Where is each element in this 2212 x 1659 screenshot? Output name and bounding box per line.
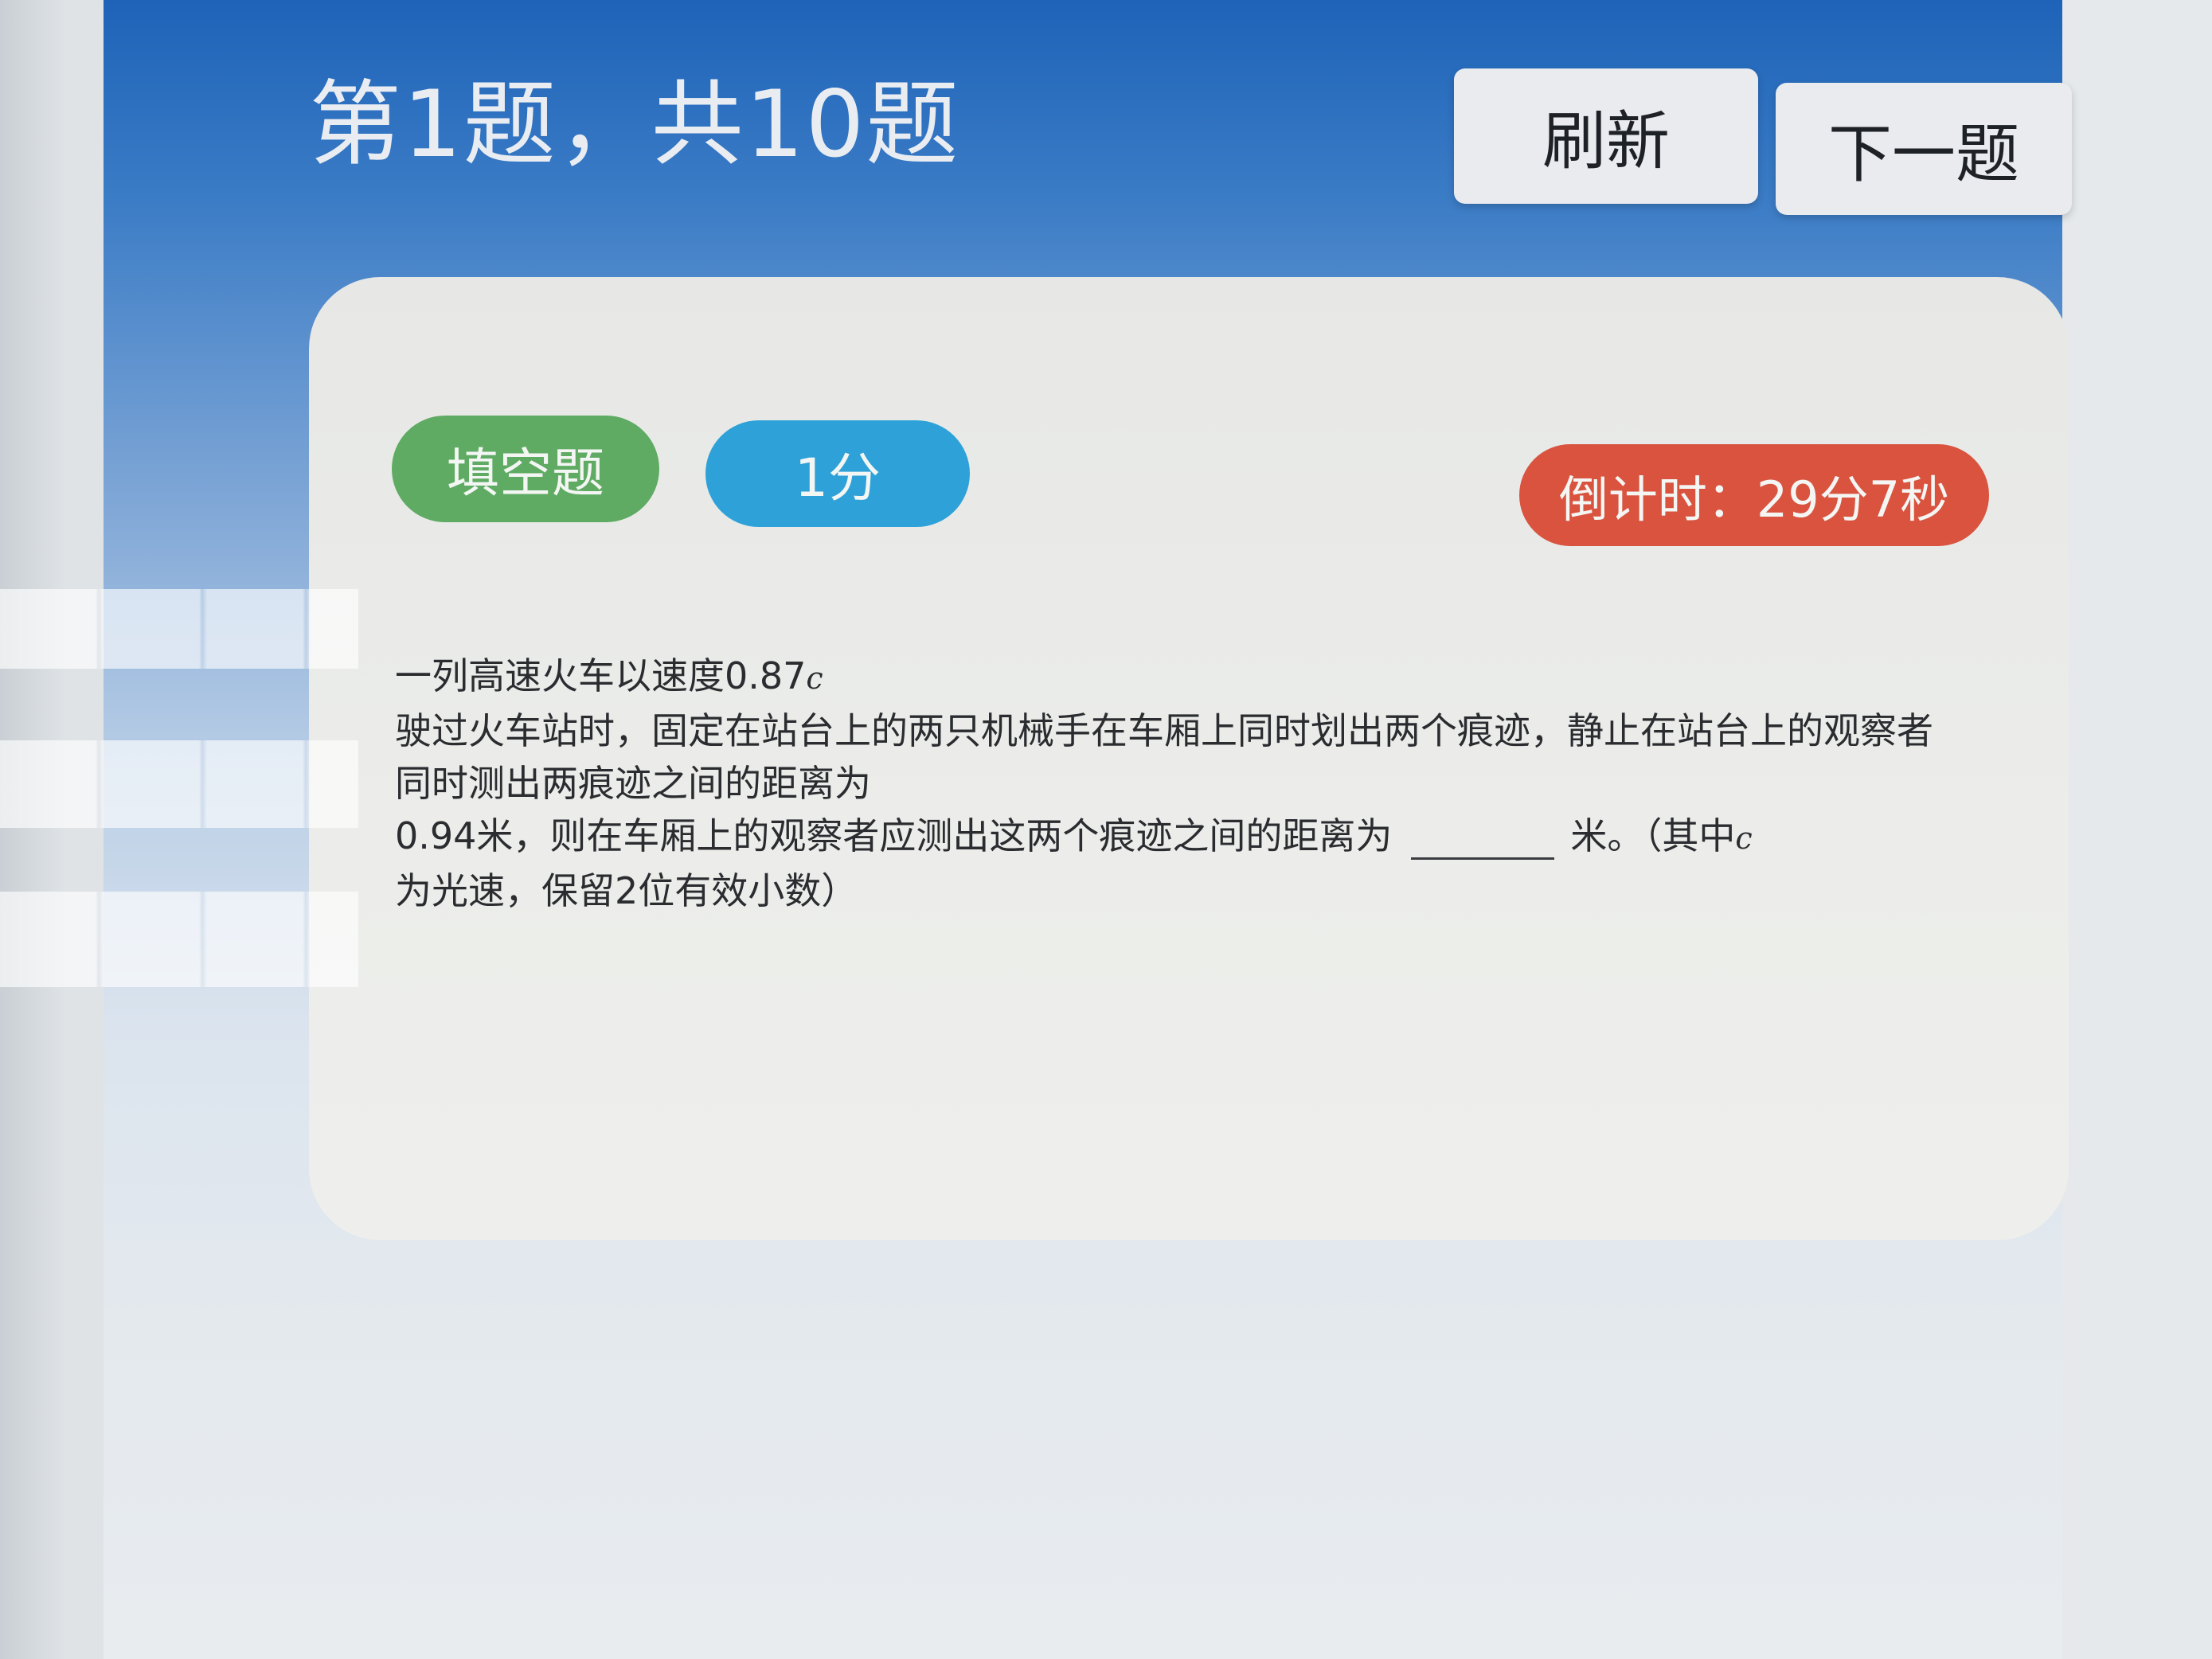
refresh-button[interactable]: 刷新 — [1454, 68, 1758, 204]
question-card: 填空题 1分 倒计时：29分7秒 一列高速火车以速度0.87c 驶过火车站时，固… — [309, 277, 2069, 1240]
countdown-timer-badge: 倒计时：29分7秒 — [1519, 444, 1989, 546]
question-progress-title: 第1题，共10题 — [309, 71, 960, 178]
screen-glare-reflection — [0, 589, 358, 669]
question-line-1-text: 一列高速火车以速度0.87 — [395, 654, 807, 697]
question-line-5: 为光速，保留2位有效小数） — [395, 869, 858, 912]
speed-of-light-symbol: c — [806, 661, 823, 696]
answer-blank-input[interactable] — [1411, 818, 1555, 860]
screen: 第1题，共10题 刷新 下一题 填空题 1分 倒计时：29分7秒 一列高速火车以… — [104, 0, 2072, 1659]
next-question-button[interactable]: 下一题 — [1776, 83, 2072, 215]
question-text: 一列高速火车以速度0.87c 驶过火车站时，固定在站台上的两只机械手在车厢上同时… — [395, 650, 1987, 917]
question-line-4-suffix: 米。（其中 — [1570, 814, 1736, 857]
question-line-1: 一列高速火车以速度0.87c — [395, 650, 1987, 705]
question-line-4-text: 0.94米，则在车厢上的观察者应测出这两个痕迹之间的距离为 — [395, 814, 1393, 857]
question-type-badge: 填空题 — [392, 416, 659, 522]
question-line-4: 0.94米，则在车厢上的观察者应测出这两个痕迹之间的距离为 米。（其中c — [395, 810, 1987, 865]
screen-glare-reflection — [0, 740, 358, 828]
device-frame: 第1题，共10题 刷新 下一题 填空题 1分 倒计时：29分7秒 一列高速火车以… — [0, 0, 2212, 1659]
question-line-2: 驶过火车站时，固定在站台上的两只机械手在车厢上同时划出两个痕迹，静止在站台上的观… — [395, 709, 1933, 752]
speed-of-light-symbol-2: c — [1735, 821, 1753, 856]
question-line-3: 同时测出两痕迹之间的距离为 — [395, 762, 871, 805]
screen-glare-reflection — [0, 892, 358, 987]
score-badge: 1分 — [705, 420, 970, 527]
